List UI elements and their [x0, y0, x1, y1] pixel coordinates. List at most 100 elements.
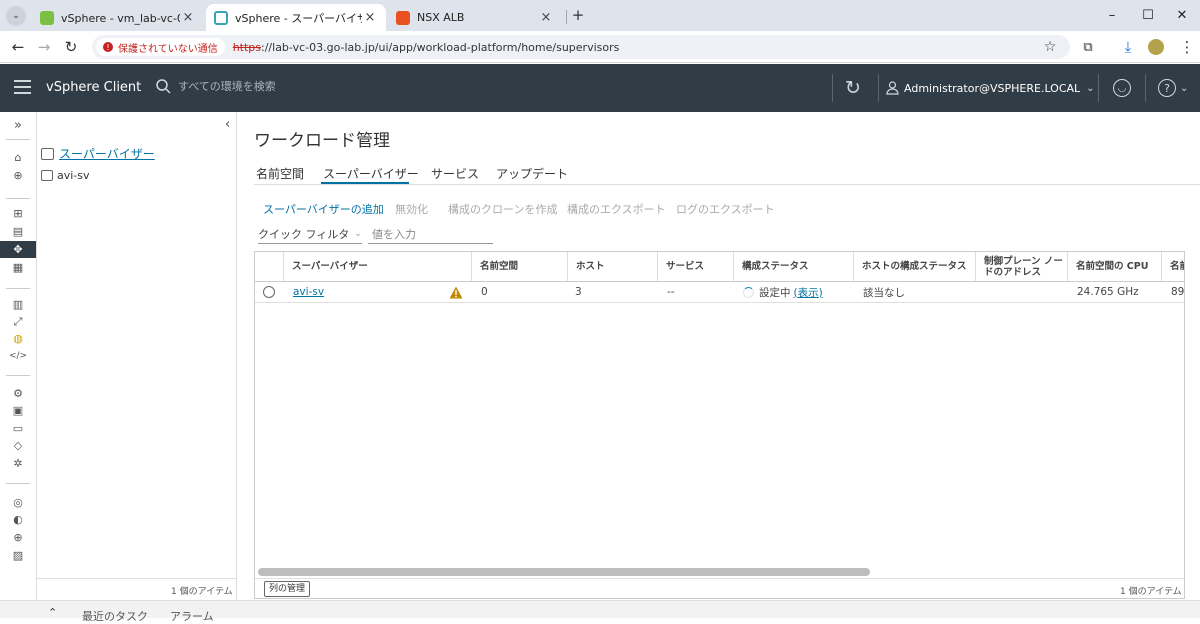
- close-icon[interactable]: ×: [362, 10, 378, 25]
- policies-icon[interactable]: ⤢: [0, 313, 36, 330]
- recent-tasks-tab[interactable]: 最近のタスク: [82, 608, 148, 624]
- security-chip[interactable]: ! 保護されていない通信: [96, 38, 225, 56]
- browser-tab-nsx-alb[interactable]: NSX ALB ×: [388, 4, 562, 31]
- search-placeholder: すべての環境を検索: [178, 80, 276, 93]
- column-header-control-plane-address[interactable]: 制御プレーン ノードのアドレス: [975, 252, 1067, 281]
- extensions-icon[interactable]: ⧉: [1075, 31, 1101, 63]
- maximize-button[interactable]: ☐: [1130, 0, 1166, 31]
- storage-icon[interactable]: ▦: [0, 259, 36, 276]
- reload-button[interactable]: ↻: [58, 31, 84, 63]
- filter-value-input[interactable]: 値を入力: [368, 224, 493, 244]
- config-status-text: 設定中: [759, 286, 791, 299]
- window-close-button[interactable]: ✕: [1164, 0, 1200, 31]
- forward-button[interactable]: →: [31, 31, 57, 63]
- expand-nav-icon[interactable]: »: [0, 117, 36, 134]
- alarms-tab[interactable]: アラーム: [170, 608, 214, 624]
- user-menu[interactable]: Administrator@VSPHERE.LOCAL ⌄: [886, 81, 1095, 95]
- shortcuts-icon[interactable]: ⊕: [0, 167, 36, 184]
- lifecycle-icon[interactable]: ◍: [0, 330, 36, 347]
- supervisor-name-link[interactable]: avi-sv: [285, 282, 324, 302]
- menu-kebab-icon[interactable]: ⋮: [1174, 31, 1200, 63]
- tab-supervisors[interactable]: スーパーバイザー: [323, 165, 419, 182]
- tab-services[interactable]: サービス: [431, 165, 479, 182]
- events-icon[interactable]: ▭: [0, 420, 36, 437]
- refresh-icon[interactable]: ↻: [845, 77, 861, 99]
- tab-divider: [566, 10, 567, 24]
- tree-root-label[interactable]: スーパーバイザー: [59, 145, 155, 162]
- vms-templates-icon[interactable]: ▤: [0, 223, 36, 240]
- column-header-namespace-cpu[interactable]: 名前空間の CPU: [1067, 252, 1161, 281]
- help-menu[interactable]: ? ⌄: [1158, 79, 1188, 97]
- table-row[interactable]: [255, 282, 1184, 303]
- tab-title: vSphere - vm_lab-vc-03 - 仮想マ: [61, 11, 180, 25]
- expand-bottom-panel-icon[interactable]: ⌃: [48, 606, 57, 619]
- chevron-down-icon: ⌄: [354, 228, 362, 239]
- tab-namespaces[interactable]: 名前空間: [256, 165, 304, 182]
- warning-triangle-icon: [449, 286, 463, 299]
- minimize-button[interactable]: –: [1094, 0, 1130, 31]
- column-header-services[interactable]: サービス: [657, 252, 733, 281]
- export-config-button[interactable]: 構成のエクスポート: [567, 201, 666, 217]
- disable-button[interactable]: 無効化: [395, 201, 428, 217]
- horizontal-scrollbar[interactable]: [258, 568, 870, 576]
- administration-icon[interactable]: ⚙: [0, 385, 36, 402]
- manage-columns-button[interactable]: 列の管理: [264, 581, 311, 597]
- bottom-panel-bar: ⌃ 最近のタスク アラーム: [0, 600, 1200, 623]
- cloud-icon[interactable]: ✲: [0, 455, 36, 472]
- tab-title: vSphere - スーパーバイザー: [235, 11, 362, 25]
- close-icon[interactable]: ×: [180, 10, 196, 25]
- developer-center-icon[interactable]: </>: [0, 347, 36, 364]
- profile-avatar[interactable]: [1148, 39, 1164, 55]
- tree-root[interactable]: スーパーバイザー: [41, 145, 155, 162]
- url-text: https://lab-vc-03.go-lab.jp/ui/app/workl…: [233, 41, 620, 54]
- new-tab-button[interactable]: +: [569, 6, 587, 24]
- column-header-namespaces[interactable]: 名前空間: [471, 252, 567, 281]
- nav-divider: [6, 288, 30, 289]
- close-icon[interactable]: ×: [538, 10, 554, 25]
- global-search[interactable]: すべての環境を検索: [155, 78, 276, 94]
- add-supervisor-button[interactable]: スーパーバイザーの追加: [263, 201, 384, 217]
- quick-filter-select[interactable]: クイック フィルタ ⌄: [258, 224, 362, 244]
- url-scheme: https: [232, 40, 262, 54]
- clipboard-check-icon[interactable]: ▨: [0, 547, 36, 564]
- feedback-smiley-icon[interactable]: ◡: [1113, 79, 1131, 97]
- namespace-memory-cell: 89: [1171, 286, 1184, 298]
- config-status-view-link[interactable]: (表示): [794, 285, 823, 300]
- column-header-namespace-memory[interactable]: 名前: [1161, 252, 1184, 281]
- add-circle-icon[interactable]: ⊕: [0, 529, 36, 546]
- chevron-down-icon: ⌄: [1180, 82, 1189, 94]
- tab-search-button[interactable]: ⌄: [6, 6, 26, 26]
- content-libraries-icon[interactable]: ▥: [0, 296, 36, 313]
- tags-icon[interactable]: ◇: [0, 437, 36, 454]
- supervisor-datagrid: スーパーバイザー 名前空間 ホスト サービス 構成ステータス ホストの構成ステー…: [254, 251, 1185, 599]
- bookmark-star-icon[interactable]: ☆: [1037, 31, 1063, 63]
- home-icon[interactable]: ⌂: [0, 149, 36, 166]
- back-button[interactable]: ←: [5, 31, 31, 63]
- collapse-panel-icon[interactable]: ‹: [225, 117, 230, 132]
- address-bar[interactable]: ! 保護されていない通信 https://lab-vc-03.go-lab.jp…: [92, 35, 1070, 59]
- column-header-supervisor[interactable]: スーパーバイザー: [283, 252, 471, 281]
- hosts-clusters-icon[interactable]: ⊞: [0, 205, 36, 222]
- column-header-host-config-status[interactable]: ホストの構成ステータス: [853, 252, 975, 281]
- export-logs-button[interactable]: ログのエクスポート: [676, 201, 775, 217]
- workload-management-icon[interactable]: ✥: [0, 241, 36, 258]
- browser-tab-vsphere-vm[interactable]: vSphere - vm_lab-vc-03 - 仮想マ ×: [32, 4, 204, 31]
- browser-tab-vsphere-supervisor[interactable]: vSphere - スーパーバイザー ×: [206, 4, 386, 31]
- globe-icon[interactable]: ◐: [0, 511, 36, 528]
- security-label: 保護されていない通信: [118, 43, 218, 55]
- network-icon[interactable]: ◎: [0, 494, 36, 511]
- supervisor-icon: [41, 170, 53, 181]
- tasks-icon[interactable]: ▣: [0, 402, 36, 419]
- tab-updates[interactable]: アップデート: [496, 165, 568, 182]
- hamburger-menu-icon[interactable]: [14, 80, 31, 94]
- browser-toolbar: ← → ↻ ! 保護されていない通信 https://lab-vc-03.go-…: [0, 31, 1200, 63]
- clone-config-button[interactable]: 構成のクローンを作成: [448, 201, 557, 217]
- tree-item[interactable]: avi-sv: [41, 169, 90, 182]
- header-divider: [878, 74, 879, 102]
- download-icon[interactable]: ⤓: [1115, 31, 1141, 63]
- column-header-hosts[interactable]: ホスト: [567, 252, 657, 281]
- app-name[interactable]: vSphere Client: [46, 80, 141, 95]
- tree-item-count: 1 個のアイテム: [171, 587, 233, 597]
- column-header-config-status[interactable]: 構成ステータス: [733, 252, 853, 281]
- row-radio[interactable]: [263, 286, 275, 298]
